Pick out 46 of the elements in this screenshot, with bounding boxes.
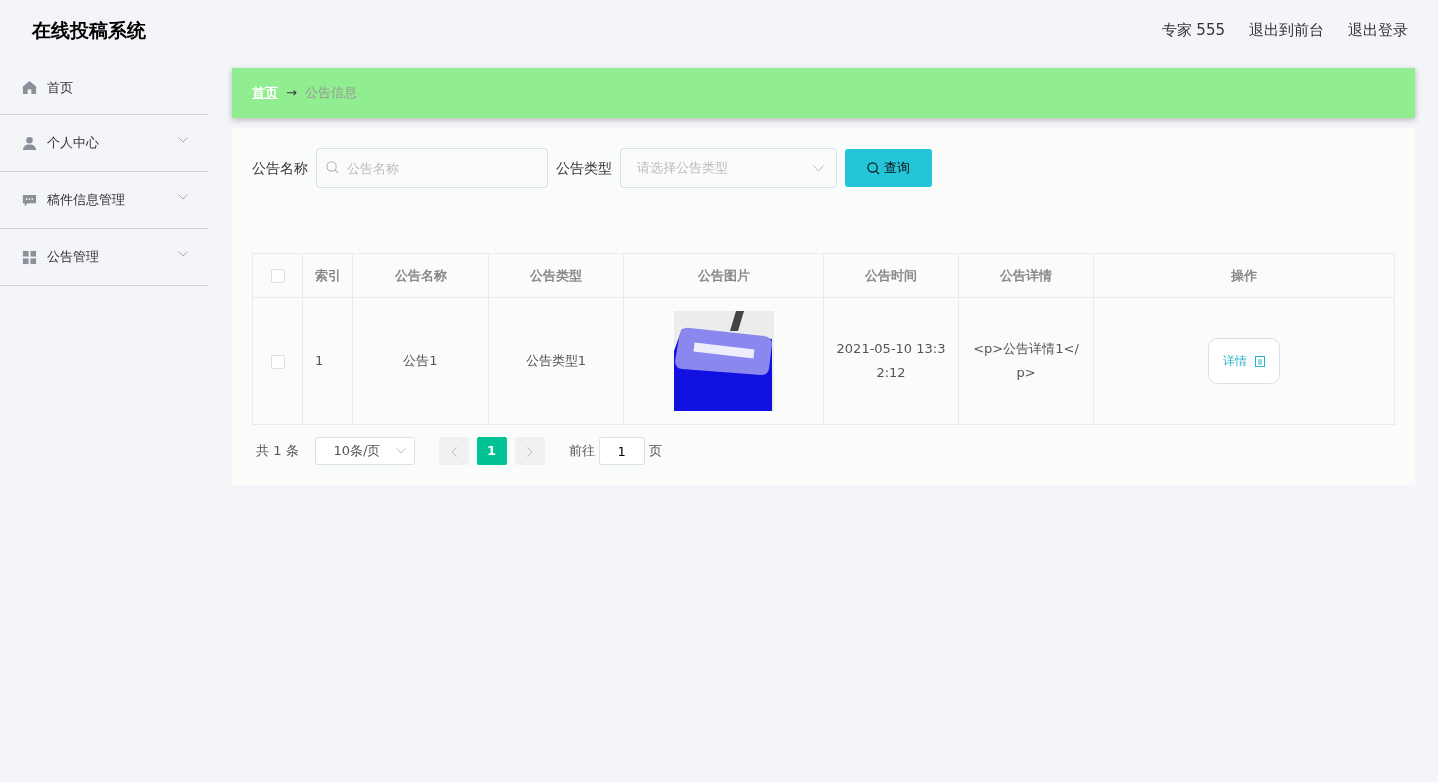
table-cell: 公告类型1 [488, 297, 624, 425]
chevron-right-icon [526, 446, 533, 457]
field-label: 公告类型 [556, 158, 612, 178]
table-cell: 公告1 [352, 297, 489, 425]
next-page-button[interactable] [514, 437, 545, 465]
chat-icon [22, 192, 37, 208]
search-icon [867, 161, 880, 175]
column-header: 索引 [302, 253, 353, 298]
column-header: 公告详情 [958, 253, 1094, 298]
chevron-down-icon [813, 164, 824, 172]
chevron-left-icon [450, 446, 457, 457]
select-all-checkbox[interactable] [270, 269, 285, 284]
document-icon [1254, 356, 1265, 367]
logout-link[interactable]: 退出登录 [1348, 18, 1408, 42]
column-header: 公告类型 [488, 253, 624, 298]
front-page-link[interactable]: 退出到前台 [1249, 18, 1324, 42]
sidebar-item[interactable]: 公告管理 [0, 229, 208, 286]
breadcrumb-current: 公告信息 [304, 84, 357, 103]
column-header: 公告图片 [623, 253, 824, 298]
table-cell: <p>公告详情1</p> [958, 297, 1094, 425]
search-icon [326, 161, 339, 174]
field-label: 公告名称 [252, 158, 308, 178]
home-icon [22, 80, 37, 95]
page-size-select[interactable]: 10条/页 [314, 437, 415, 465]
breadcrumb-separator: → [286, 84, 297, 103]
chevron-down-icon [395, 448, 406, 454]
sidebar-item[interactable]: 首页 [0, 61, 208, 115]
page-number-field[interactable]: 1 [598, 437, 645, 465]
column-header: 公告时间 [823, 253, 959, 298]
table-cell: 1 [302, 297, 353, 425]
grid-icon [22, 249, 37, 265]
table-cell: 2021-05-10 13:32:12 [823, 297, 959, 425]
column-header: 操作 [1093, 253, 1395, 298]
goto-label: 前往 [568, 442, 595, 461]
row-checkbox[interactable] [270, 354, 285, 369]
user-name-link[interactable]: 专家 555 [1161, 18, 1225, 42]
user-icon [22, 135, 37, 151]
sidebar-item[interactable]: 稿件信息管理 [0, 172, 208, 229]
previous-page-button[interactable] [438, 437, 469, 465]
query-button[interactable]: 查询 [845, 149, 932, 187]
app-title: 在线投稿系统 [32, 17, 146, 43]
sidebar-item[interactable]: 个人中心 [0, 115, 208, 172]
total-count: 共 1 条 [256, 442, 299, 461]
column-header: 公告名称 [352, 253, 489, 298]
page-suffix: 页 [648, 442, 662, 461]
search-field[interactable]: 公告名称 [316, 148, 548, 188]
